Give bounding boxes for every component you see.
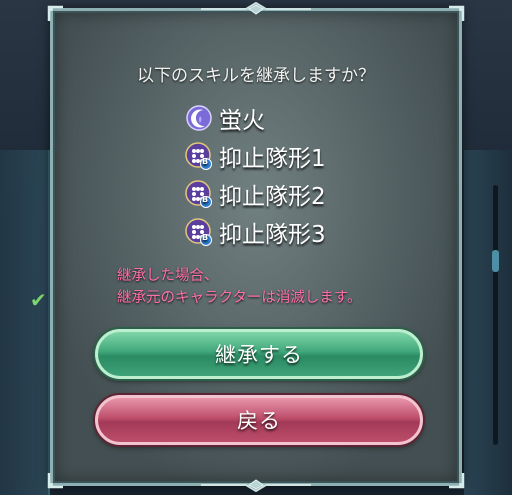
back-button-label: 戻る (237, 409, 281, 433)
background-right-panel (464, 150, 512, 495)
warning-line-2: 継承元のキャラクターは消滅します。 (117, 290, 362, 306)
skill-name: 蛍火 (219, 108, 265, 134)
skill-name: 抑止隊形2 (219, 184, 326, 210)
warning-message: 継承した場合、 継承元のキャラクターは消滅します。 (117, 265, 361, 309)
skill-slot-label: B (202, 195, 209, 204)
inherit-button[interactable]: 継承する (95, 329, 423, 379)
frame-corner-icon (47, 473, 63, 489)
frame-corner-icon (47, 5, 63, 21)
frame-corner-icon (449, 473, 465, 489)
frame-ornament-bottom-icon (201, 479, 311, 492)
dots-b-skill-icon: B (185, 142, 213, 170)
back-button[interactable]: 戻る (95, 395, 423, 445)
skill-name: 抑止隊形1 (219, 146, 326, 172)
skill-item: B 抑止隊形2 (185, 175, 326, 213)
inherit-button-label: 継承する (215, 343, 303, 367)
frame-ornament-top-icon (201, 2, 311, 15)
dialog-question: 以下のスキルを継承しますか？ (137, 66, 375, 86)
scrollbar-track (493, 185, 498, 445)
skill-item: B 抑止隊形3 (185, 213, 326, 251)
skill-list: 蛍火 B 抑止隊形1 B 抑止隊形2 B 抑止隊形3 (185, 99, 326, 251)
moon-flame-icon (186, 105, 212, 131)
skill-item: 蛍火 (185, 99, 326, 137)
skill-slot-label: B (202, 233, 209, 242)
inherit-skill-dialog: 以下のスキルを継承しますか？ 蛍火 B 抑止隊形1 B 抑止隊形2 B 抑止隊形… (47, 2, 465, 492)
checkmark-icon: ✔ (30, 288, 47, 312)
scrollbar-thumb (492, 250, 499, 272)
background-left-panel (0, 150, 50, 495)
warning-line-1: 継承した場合、 (117, 268, 219, 284)
skill-slot-label: B (202, 157, 209, 166)
frame-corner-icon (449, 5, 465, 21)
skill-name: 抑止隊形3 (219, 222, 326, 248)
skill-item: B 抑止隊形1 (185, 137, 326, 175)
dots-b-skill-icon: B (185, 180, 213, 208)
dots-b-skill-icon: B (185, 218, 213, 246)
